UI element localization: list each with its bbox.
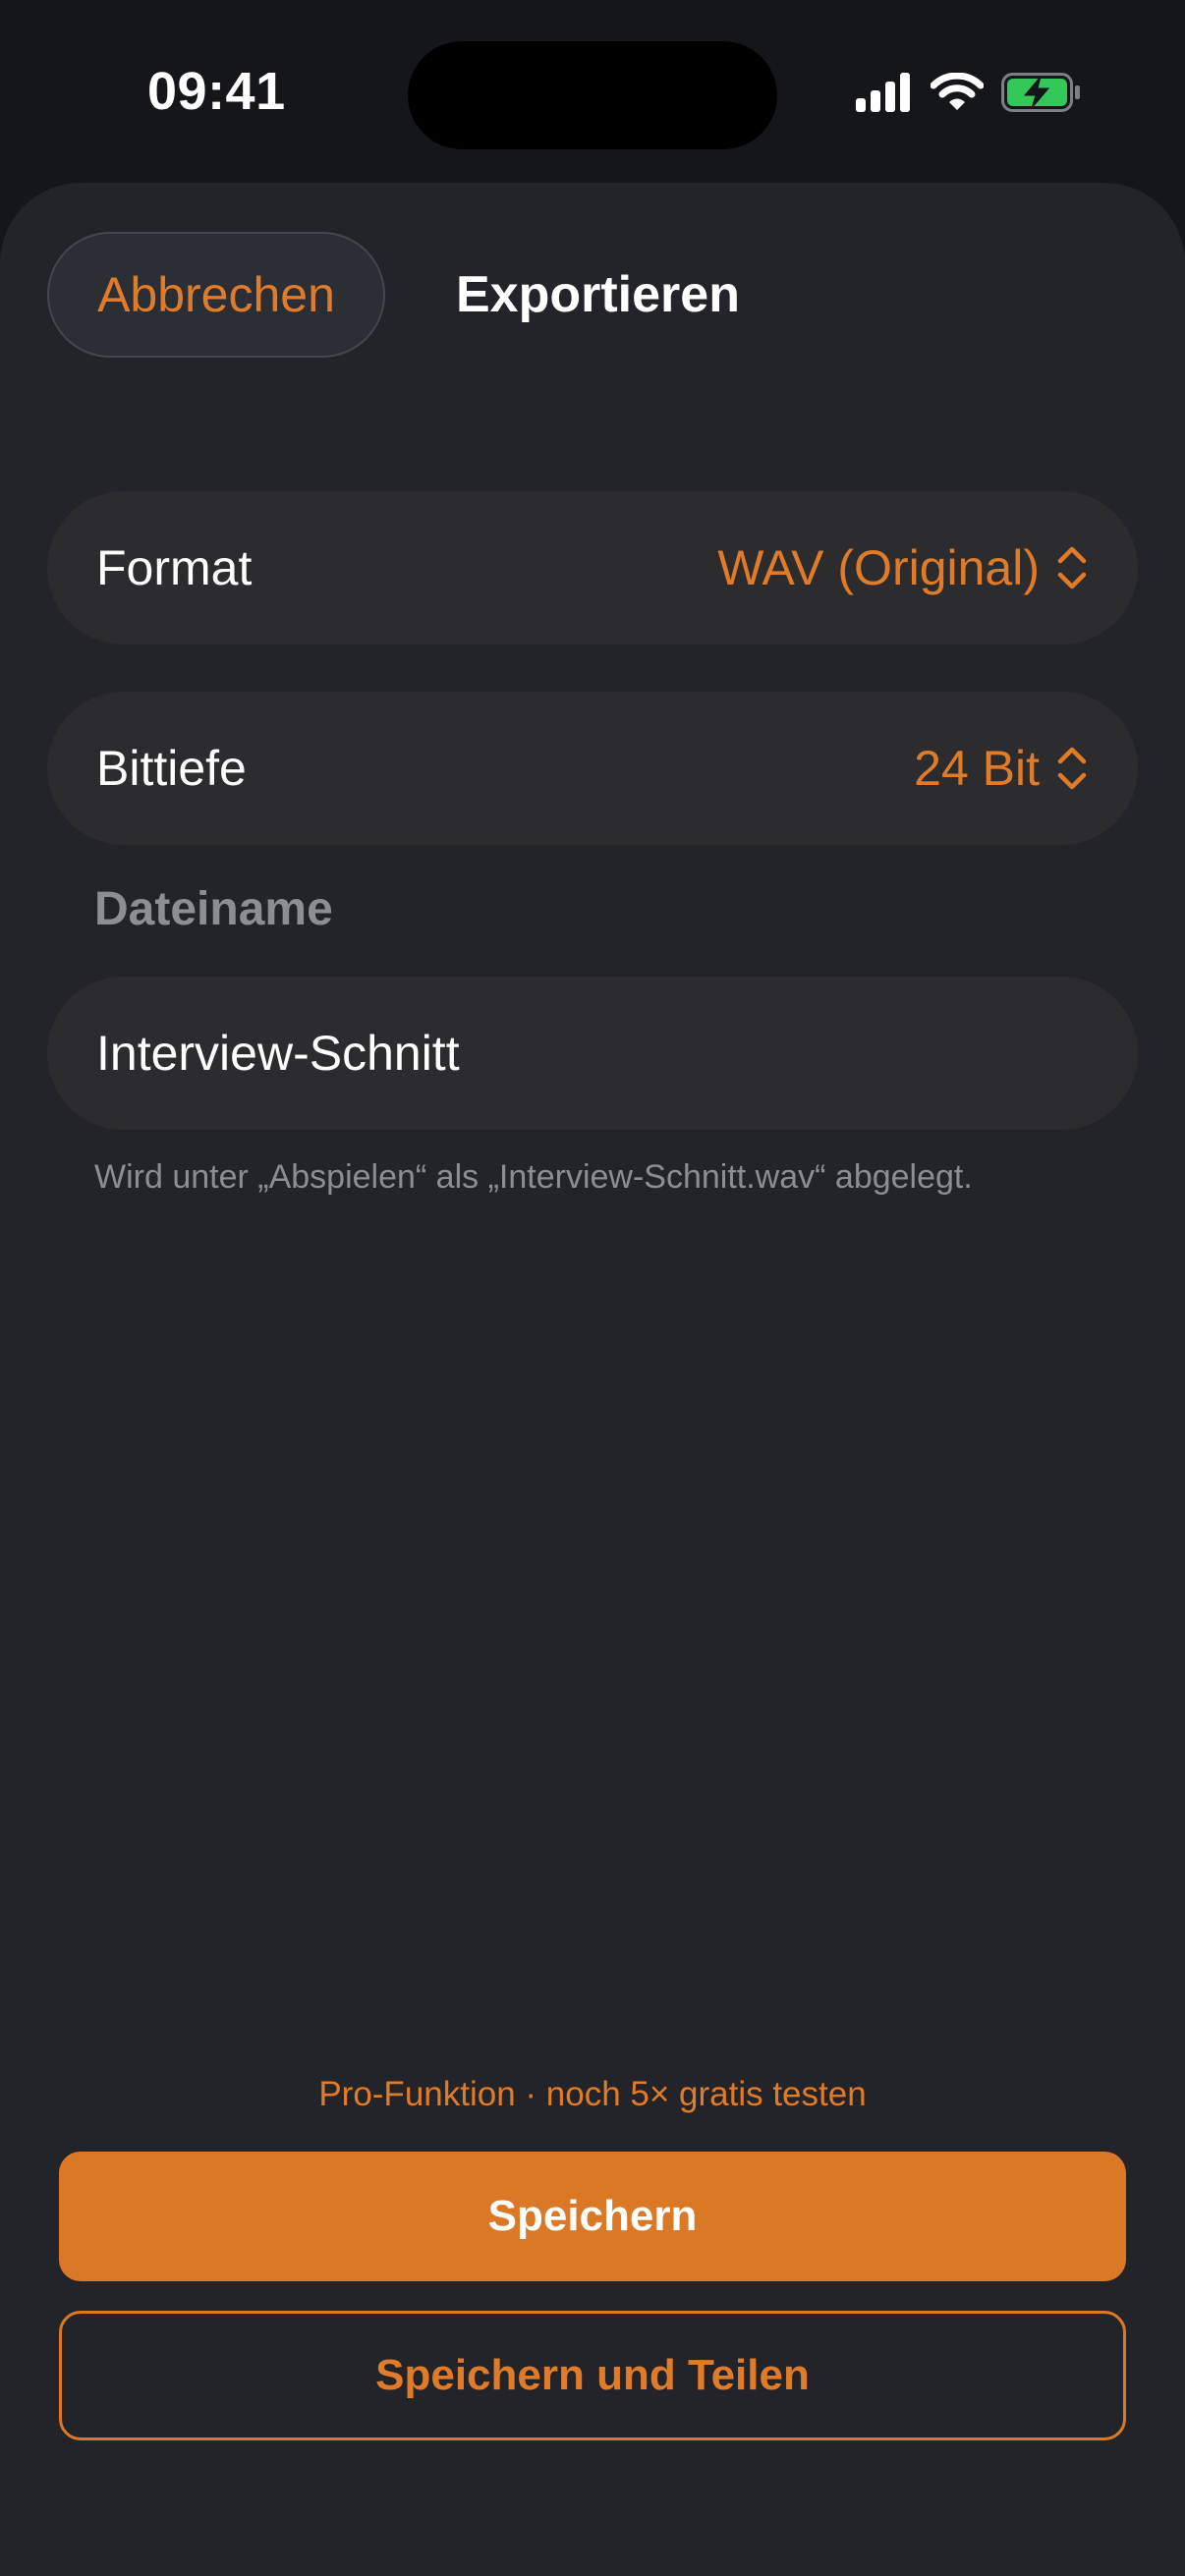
wifi-icon <box>931 73 984 110</box>
bit-depth-value-group[interactable]: 24 Bit <box>914 740 1089 797</box>
format-value: WAV (Original) <box>717 540 1040 595</box>
export-sheet: Abbrechen Exportieren Format WAV (Origin… <box>0 183 1185 2576</box>
chevron-up-down-icon <box>1057 546 1087 589</box>
screen: 09:41 Abbrechen Exportieren Format WAV (… <box>0 0 1185 2576</box>
chevron-up-down-icon <box>1057 747 1087 790</box>
filename-field[interactable]: Interview-Schnitt <box>47 977 1138 1130</box>
format-picker[interactable]: Format WAV (Original) <box>47 491 1138 644</box>
bit-depth-value: 24 Bit <box>914 741 1040 796</box>
status-icons <box>856 73 1082 112</box>
cancel-button[interactable]: Abbrechen <box>47 232 385 358</box>
dynamic-island <box>408 41 777 149</box>
save-and-share-button[interactable]: Speichern und Teilen <box>59 2311 1126 2440</box>
status-time: 09:41 <box>147 62 286 121</box>
format-value-group[interactable]: WAV (Original) <box>717 539 1089 596</box>
pro-feature-note: Pro-Funktion · noch 5× gratis testen <box>318 2075 867 2113</box>
cellular-signal-icon <box>856 73 910 112</box>
save-button[interactable]: Speichern <box>59 2152 1126 2281</box>
format-label: Format <box>96 540 253 595</box>
filename-hint: Wird unter „Abspielen“ als „Interview-Sc… <box>94 1158 973 1196</box>
sheet-title: Exportieren <box>456 266 740 323</box>
filename-value: Interview-Schnitt <box>96 1026 460 1081</box>
bit-depth-picker[interactable]: Bittiefe 24 Bit <box>47 692 1138 845</box>
filename-section-label: Dateiname <box>94 883 333 935</box>
battery-charging-icon <box>1001 73 1080 112</box>
bit-depth-label: Bittiefe <box>96 741 247 796</box>
